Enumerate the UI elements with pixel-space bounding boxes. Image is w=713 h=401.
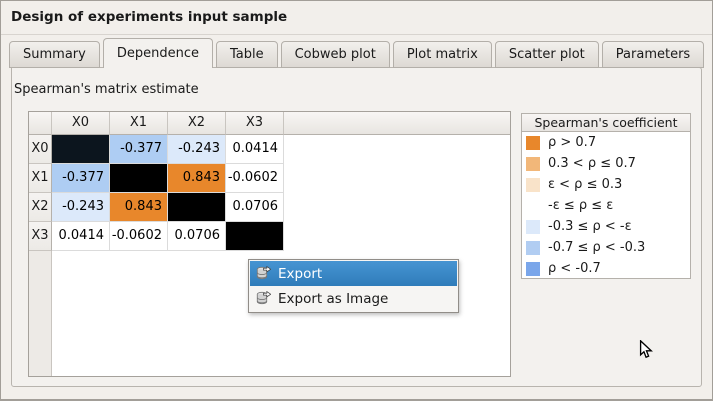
menu-item-export[interactable]: Export xyxy=(250,261,457,286)
row-header-x2[interactable]: X2 xyxy=(29,193,52,222)
context-menu: Export Export as Image xyxy=(248,259,459,313)
matrix-cell-x0-x0[interactable] xyxy=(52,135,110,164)
matrix-cell-x2-x3[interactable]: 0.0706 xyxy=(226,193,284,222)
row-filler xyxy=(284,135,510,164)
legend-label: ε < ρ ≤ 0.3 xyxy=(548,177,622,192)
legend-entry: ε < ρ ≤ 0.3 xyxy=(522,174,690,195)
column-header-x2[interactable]: X2 xyxy=(168,112,226,135)
matrix-cell-x2-x2[interactable] xyxy=(168,193,226,222)
legend-entry: 0.3 < ρ ≤ 0.7 xyxy=(522,153,690,174)
legend-label: -0.7 ≤ ρ < -0.3 xyxy=(548,240,645,255)
legend-swatch xyxy=(526,262,540,276)
legend-swatch xyxy=(526,220,540,234)
mouse-cursor-icon xyxy=(639,340,655,359)
matrix-cell-x3-x3[interactable] xyxy=(226,222,284,251)
row-filler xyxy=(284,193,510,222)
legend-swatch xyxy=(526,157,540,171)
matrix-cell-x0-x1[interactable]: -0.377 xyxy=(110,135,168,164)
legend-title: Spearman's coefficient xyxy=(522,114,690,132)
matrix-cell-x0-x3[interactable]: 0.0414 xyxy=(226,135,284,164)
matrix-cell-x3-x1[interactable]: -0.0602 xyxy=(110,222,168,251)
legend-entry: -ε ≤ ρ ≤ ε xyxy=(522,195,690,216)
matrix-cell-x3-x0[interactable]: 0.0414 xyxy=(52,222,110,251)
app-window: Design of experiments input sample Summa… xyxy=(0,0,713,401)
matrix-cell-x3-x2[interactable]: 0.0706 xyxy=(168,222,226,251)
legend-panel: Spearman's coefficient ρ > 0.7 0.3 < ρ ≤… xyxy=(521,113,691,279)
legend-entry: -0.7 ≤ ρ < -0.3 xyxy=(522,237,690,258)
legend-swatch xyxy=(526,178,540,192)
row-header-x0[interactable]: X0 xyxy=(29,135,52,164)
row-filler xyxy=(284,222,510,251)
matrix-cell-x1-x2[interactable]: 0.843 xyxy=(168,164,226,193)
tab-bar: Summary Dependence Table Cobweb plot Plo… xyxy=(9,38,704,68)
matrix-cell-x1-x0[interactable]: -0.377 xyxy=(52,164,110,193)
tab-cobweb-plot[interactable]: Cobweb plot xyxy=(281,41,390,68)
matrix-cell-x0-x2[interactable]: -0.243 xyxy=(168,135,226,164)
legend-entry: ρ > 0.7 xyxy=(522,132,690,153)
tab-summary[interactable]: Summary xyxy=(9,41,100,68)
tab-dependence[interactable]: Dependence xyxy=(103,38,213,68)
legend-label: 0.3 < ρ ≤ 0.7 xyxy=(548,156,636,171)
column-header-filler xyxy=(284,112,510,135)
title-separator xyxy=(1,34,712,35)
legend-label: -ε ≤ ρ ≤ ε xyxy=(548,198,613,213)
row-header-filler xyxy=(29,251,52,376)
tab-parameters[interactable]: Parameters xyxy=(602,41,704,68)
legend-swatch xyxy=(526,136,540,150)
legend-label: ρ < -0.7 xyxy=(548,261,601,276)
row-header-x3[interactable]: X3 xyxy=(29,222,52,251)
section-label: Spearman's matrix estimate xyxy=(14,82,199,97)
export-as-image-icon xyxy=(256,291,271,306)
legend-swatch xyxy=(526,241,540,255)
column-header-x0[interactable]: X0 xyxy=(52,112,110,135)
menu-item-label: Export as Image xyxy=(278,291,388,307)
row-header-x1[interactable]: X1 xyxy=(29,164,52,193)
legend-label: -0.3 ≤ ρ < -ε xyxy=(548,219,632,234)
legend-entry: -0.3 ≤ ρ < -ε xyxy=(522,216,690,237)
export-icon xyxy=(256,266,271,281)
legend-swatch xyxy=(526,199,540,213)
matrix-cell-x1-x1[interactable] xyxy=(110,164,168,193)
row-filler xyxy=(284,164,510,193)
column-header-x3[interactable]: X3 xyxy=(226,112,284,135)
corner-header[interactable] xyxy=(29,112,52,135)
tab-table[interactable]: Table xyxy=(216,41,278,68)
menu-item-export-as-image[interactable]: Export as Image xyxy=(250,286,457,311)
correlation-matrix-table: X0 X1 X2 X3 X0 -0.377 -0.243 0.0414 X1 -… xyxy=(28,111,511,377)
tab-plot-matrix[interactable]: Plot matrix xyxy=(393,41,492,68)
window-title: Design of experiments input sample xyxy=(11,9,287,25)
matrix-cell-x2-x0[interactable]: -0.243 xyxy=(52,193,110,222)
legend-entry: ρ < -0.7 xyxy=(522,258,690,279)
matrix-cell-x2-x1[interactable]: 0.843 xyxy=(110,193,168,222)
tab-scatter-plot[interactable]: Scatter plot xyxy=(495,41,599,68)
menu-item-label: Export xyxy=(278,266,322,282)
legend-label: ρ > 0.7 xyxy=(548,135,596,150)
matrix-cell-x1-x3[interactable]: -0.0602 xyxy=(226,164,284,193)
column-header-x1[interactable]: X1 xyxy=(110,112,168,135)
